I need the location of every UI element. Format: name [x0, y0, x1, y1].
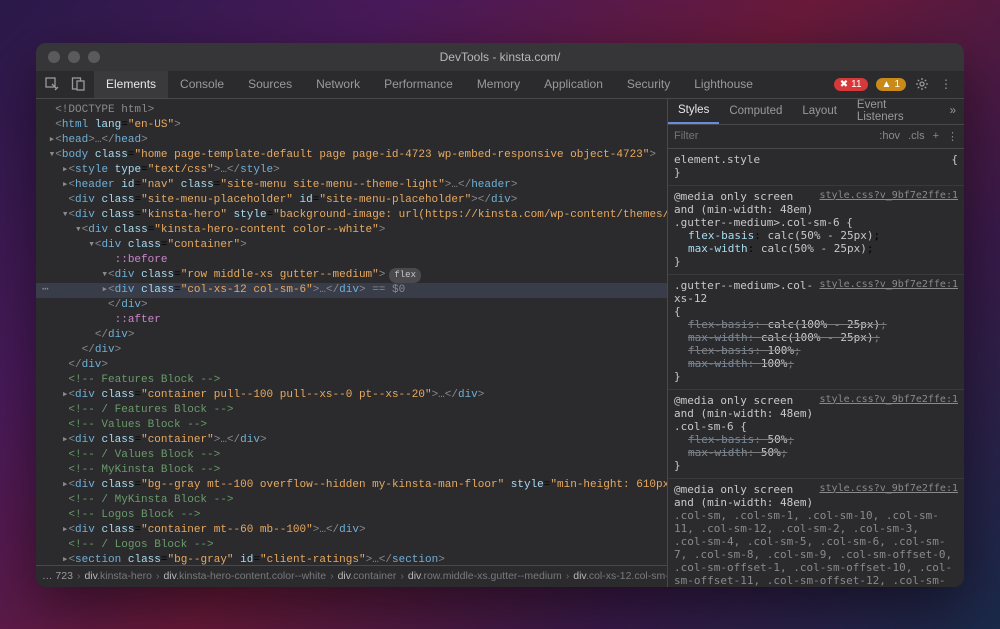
- breadcrumb-prefix[interactable]: … 723: [42, 570, 73, 582]
- breadcrumbs: … 723 › div.kinsta-hero › div.kinsta-her…: [36, 565, 667, 587]
- styles-panel: Styles Computed Layout Event Listeners »…: [668, 99, 964, 587]
- breadcrumb-item[interactable]: div.kinsta-hero: [84, 570, 152, 582]
- device-toggle-icon[interactable]: [70, 76, 86, 92]
- tab-application[interactable]: Application: [532, 71, 615, 98]
- cls-toggle[interactable]: .cls: [908, 130, 925, 142]
- inspect-element-icon[interactable]: [44, 76, 60, 92]
- breadcrumb-item[interactable]: div.kinsta-hero-content.color--white: [163, 570, 326, 582]
- tab-elements[interactable]: Elements: [94, 71, 168, 98]
- error-count-badge[interactable]: ✖11: [834, 78, 868, 91]
- selected-dom-node[interactable]: ⋯ ▸<div class="col-xs-12 col-sm-6">…</di…: [36, 283, 667, 298]
- settings-icon[interactable]: [914, 76, 930, 92]
- doctype-node[interactable]: <!DOCTYPE html>: [55, 104, 154, 116]
- error-icon: ✖: [840, 79, 848, 90]
- style-rule[interactable]: @media only screen and (min-width: 48em)…: [668, 479, 964, 587]
- new-style-rule-icon[interactable]: +: [933, 130, 939, 142]
- flex-pill[interactable]: flex: [389, 268, 421, 283]
- tab-memory[interactable]: Memory: [465, 71, 532, 98]
- tab-security[interactable]: Security: [615, 71, 682, 98]
- styles-tab-styles[interactable]: Styles: [668, 99, 719, 124]
- tab-sources[interactable]: Sources: [236, 71, 304, 98]
- styles-tabs-more-icon[interactable]: »: [942, 105, 964, 117]
- style-rule[interactable]: .gutter--medium>.col-xs-12style.css?v_9b…: [668, 275, 964, 390]
- hov-toggle[interactable]: :hov: [879, 130, 900, 142]
- devtools-window: DevTools - kinsta.com/ Elements Console …: [36, 43, 964, 587]
- tab-lighthouse[interactable]: Lighthouse: [682, 71, 765, 98]
- source-link[interactable]: style.css?v_9bf7e2ffe:1: [820, 394, 958, 420]
- dom-tree[interactable]: <!DOCTYPE html> <html lang="en-US"> ▸<he…: [36, 99, 667, 565]
- style-rule[interactable]: @media only screen and (min-width: 48em)…: [668, 390, 964, 479]
- warning-icon: ▲: [882, 79, 892, 90]
- tab-network[interactable]: Network: [304, 71, 372, 98]
- source-link[interactable]: style.css?v_9bf7e2ffe:1: [820, 483, 958, 509]
- main-area: <!DOCTYPE html> <html lang="en-US"> ▸<he…: [36, 99, 964, 587]
- styles-tabs: Styles Computed Layout Event Listeners »: [668, 99, 964, 125]
- styles-tab-layout[interactable]: Layout: [792, 99, 847, 124]
- styles-filter-row: :hov .cls + ⋮: [668, 125, 964, 149]
- tab-performance[interactable]: Performance: [372, 71, 465, 98]
- titlebar: DevTools - kinsta.com/: [36, 43, 964, 71]
- breadcrumb-item[interactable]: div.row.middle-xs.gutter--medium: [408, 570, 562, 582]
- elements-panel: <!DOCTYPE html> <html lang="en-US"> ▸<he…: [36, 99, 668, 587]
- style-rule[interactable]: @media only screen and (min-width: 48em)…: [668, 186, 964, 275]
- window-title: DevTools - kinsta.com/: [36, 50, 964, 64]
- styles-rules[interactable]: element.style { } @media only screen and…: [668, 149, 964, 587]
- breadcrumb-item[interactable]: div.container: [338, 570, 397, 582]
- styles-tab-event-listeners[interactable]: Event Listeners: [847, 99, 942, 124]
- source-link[interactable]: style.css?v_9bf7e2ffe:1: [820, 190, 958, 216]
- main-tabs: Elements Console Sources Network Perform…: [94, 71, 765, 98]
- warning-count-badge[interactable]: ▲1: [876, 78, 906, 91]
- tab-console[interactable]: Console: [168, 71, 236, 98]
- styles-filter-input[interactable]: [674, 130, 871, 142]
- source-link[interactable]: style.css?v_9bf7e2ffe:1: [820, 279, 958, 305]
- more-icon[interactable]: ⋮: [938, 76, 954, 92]
- style-rule[interactable]: element.style { }: [668, 149, 964, 186]
- styles-more-icon[interactable]: ⋮: [947, 130, 958, 143]
- breadcrumb-item-active[interactable]: div.col-xs-12.col-sm-6: [573, 570, 667, 582]
- styles-tab-computed[interactable]: Computed: [719, 99, 792, 124]
- toolbar: Elements Console Sources Network Perform…: [36, 71, 964, 99]
